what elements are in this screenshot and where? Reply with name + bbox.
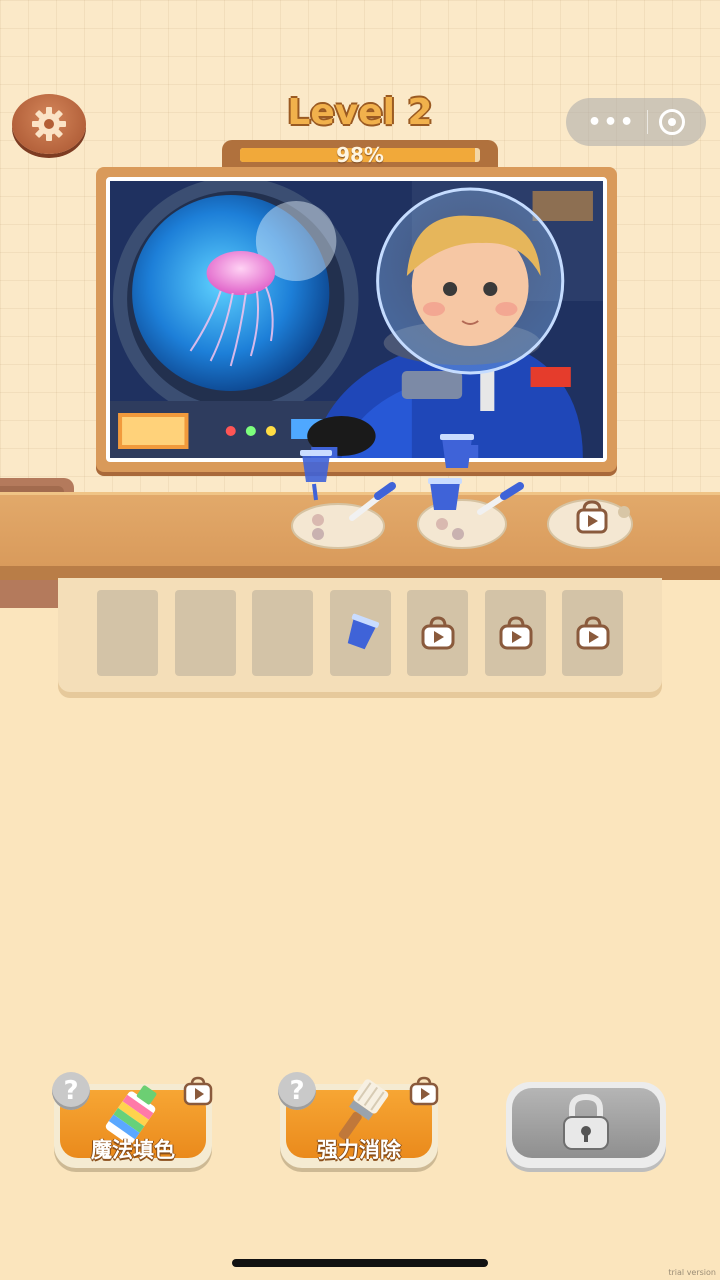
astronaut-painting-image [110, 181, 603, 458]
magic-fill-button[interactable]: ? 魔法填色 [52, 1072, 213, 1168]
help-icon[interactable]: ? [278, 1072, 316, 1110]
video-ad-icon [409, 1076, 439, 1106]
slot-empty[interactable] [97, 590, 158, 676]
slot-locked[interactable] [485, 590, 546, 676]
help-icon[interactable]: ? [52, 1072, 90, 1110]
palette-3-locked[interactable] [546, 494, 638, 552]
progress-text: 98% [336, 143, 384, 167]
mini-program-capsule: ••• [566, 98, 706, 146]
video-ad-lock-icon [576, 616, 609, 650]
slot-empty[interactable] [252, 590, 313, 676]
slot-empty[interactable] [175, 590, 236, 676]
locked-tool-button[interactable] [506, 1082, 666, 1168]
more-dots-icon[interactable]: ••• [587, 110, 635, 135]
video-ad-lock-icon [499, 616, 532, 650]
target-circle-icon[interactable] [658, 109, 685, 135]
palette-2[interactable] [416, 424, 526, 552]
power-remove-label: 强力消除 [317, 1138, 401, 1162]
magic-fill-label: 魔法填色 [91, 1138, 175, 1162]
slot-locked[interactable] [407, 590, 468, 676]
paint-cup-icon [347, 613, 379, 650]
home-indicator [232, 1259, 488, 1267]
palette-1[interactable] [288, 448, 398, 552]
version-text: trial version [668, 1268, 716, 1277]
slot-with-cup[interactable] [330, 590, 391, 676]
padlock-icon [563, 1093, 609, 1150]
power-remove-button[interactable]: ? 强力消除 [278, 1072, 439, 1168]
paint-cup-icon [302, 454, 330, 482]
painting-frame [96, 167, 617, 472]
slot-locked[interactable] [562, 590, 623, 676]
video-ad-lock-icon [421, 616, 454, 650]
paint-cup-icon [442, 438, 472, 468]
painting-canvas[interactable] [106, 177, 607, 462]
video-ad-icon [183, 1076, 213, 1106]
